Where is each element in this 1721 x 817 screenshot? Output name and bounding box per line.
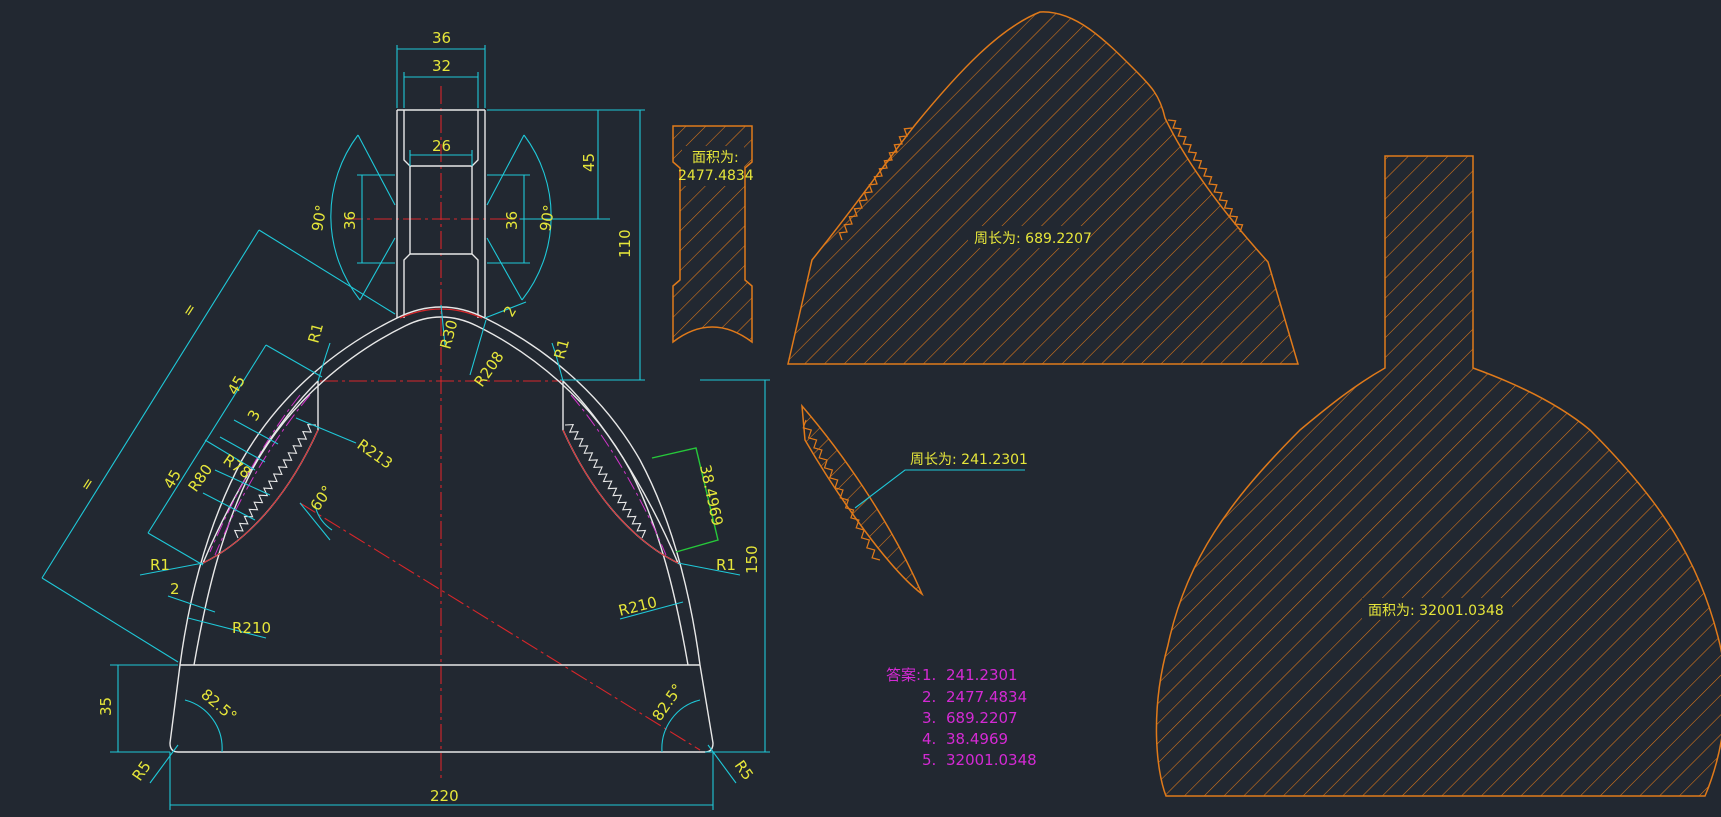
diagonal-centerline [299,502,701,751]
dim-32: 32 [432,57,451,75]
result-shapes: 面积为: 2477.4834 周长为: 689.2207 周长为: 241.23… [672,11,1721,797]
dim-3: 3 [244,407,264,424]
shoulder-section-hatched [787,11,1300,365]
answer-3-value: 689.2207 [946,709,1018,727]
cad-drawing-canvas: 36 32 26 45 110 36 36 90° 90° = = 45 45 … [41,11,1721,810]
answer-3-num: 3. [922,709,936,727]
radius-r1-top-right: R1 [550,337,573,361]
radius-r80: R80 [185,461,217,496]
answer-2-value: 2477.4834 [946,688,1027,706]
radius-r1-mid-right: R1 [716,556,736,574]
dim-110: 110 [616,229,634,258]
dim-36-neck-left: 36 [341,211,359,230]
left-window-red-edge [202,429,319,564]
right-window-centerline [570,394,667,556]
radius-r5-right: R5 [731,757,757,784]
answer-5-value: 32001.0348 [946,751,1037,769]
answer-1-value: 241.2301 [946,666,1018,684]
radius-r210-left: R210 [232,619,271,637]
radius-r5-left: R5 [129,758,155,785]
dim-2-side: 2 [170,580,180,598]
answer-4-value: 38.4969 [946,730,1008,748]
dim-220: 220 [430,787,459,805]
main-part-drawing: 36 32 26 45 110 36 36 90° 90° = = 45 45 … [41,29,770,810]
radius-r213: R213 [354,436,396,473]
answer-1-num: 1. [922,666,936,684]
dim-35: 35 [97,697,115,716]
measure-38-4969: 38.4969 [696,463,727,527]
radius-r1-mid-left: R1 [150,556,170,574]
dim-45-lower: 45 [160,466,185,492]
dim-equal-outer: = [178,300,200,320]
area-small-line1: 面积为: [692,150,739,166]
answer-4-num: 4. [922,730,936,748]
answers-block: 答案: 1. 241.2301 2. 2477.4834 3. 689.2207… [886,666,1037,769]
radius-r210-right: R210 [617,593,659,620]
dim-36-neck-right: 36 [503,211,521,230]
angle-82-5-left: 82.5° [197,685,240,725]
answer-2-num: 2. [922,688,936,706]
dim-26: 26 [432,137,451,155]
left-window-centerline [214,394,311,556]
answers-title: 答案: [886,666,921,684]
angle-90-right: 90° [536,203,558,232]
answer-5-num: 5. [922,751,936,769]
window-section-hatched [801,403,924,597]
area-large-label: 面积为: 32001.0348 [1368,603,1504,619]
perimeter-small-label: 周长为: 241.2301 [910,452,1028,468]
angle-90-left: 90° [308,203,330,232]
dim-45-vertical: 45 [580,153,598,172]
dim-36-top: 36 [432,29,451,47]
area-small-line2: 2477.4834 [678,168,754,184]
radius-r1-top-left: R1 [304,321,327,345]
radius-r78: R78 [220,451,255,483]
radius-r30: R30 [436,318,461,351]
right-window-outline [562,379,680,565]
dim-equal-inner: = [76,474,98,494]
angle-82-5-right: 82.5° [649,680,687,724]
dim-45-upper: 45 [224,372,249,398]
dim-150: 150 [743,545,761,574]
perimeter-top-label: 周长为: 689.2207 [974,231,1092,247]
